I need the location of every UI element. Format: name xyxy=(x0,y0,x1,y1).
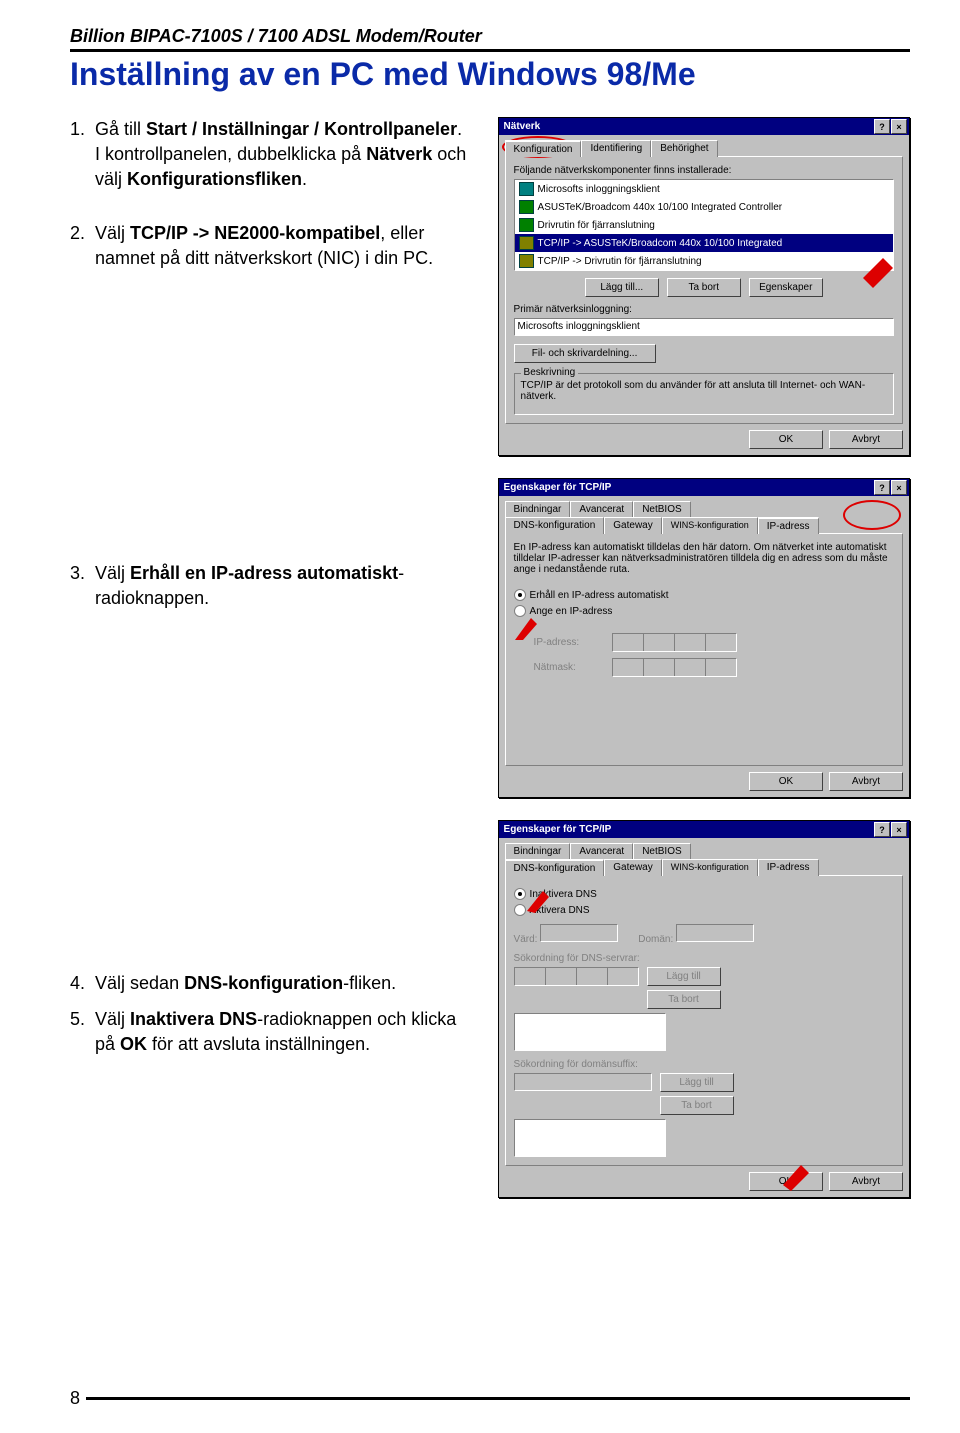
protocol-icon xyxy=(519,254,534,268)
tab-dns[interactable]: DNS-konfiguration xyxy=(505,517,605,534)
dns-order-label: Sökordning för DNS-servrar: xyxy=(514,953,894,964)
tab-ipaddress[interactable]: IP-adress xyxy=(758,517,819,534)
dns-input xyxy=(514,967,639,986)
document-header: Billion BIPAC-7100S / 7100 ADSL Modem/Ro… xyxy=(70,26,910,52)
remove-button: Ta bort xyxy=(660,1096,734,1115)
radio-manual-ip[interactable]: Ange en IP-adress xyxy=(514,605,894,617)
ip-description: En IP-adress kan automatiskt tilldelas d… xyxy=(514,542,894,575)
properties-button[interactable]: Egenskaper xyxy=(749,278,823,297)
list-item[interactable]: Drivrutin för fjärranslutning xyxy=(515,216,893,234)
login-label: Primär nätverksinloggning: xyxy=(514,304,894,315)
ip-input xyxy=(612,633,737,652)
tab-wins[interactable]: WINS-konfiguration xyxy=(662,517,758,534)
cancel-button[interactable]: Avbryt xyxy=(829,772,903,791)
component-list-label: Följande nätverkskomponenter finns insta… xyxy=(514,165,894,176)
list-item[interactable]: ASUSTeK/Broadcom 440x 10/100 Integrated … xyxy=(515,198,893,216)
login-select[interactable]: Microsofts inloggningsklient xyxy=(514,318,894,336)
tab-identification[interactable]: Identifiering xyxy=(581,140,651,157)
cancel-button[interactable]: Avbryt xyxy=(829,1172,903,1191)
add-button[interactable]: Lägg till... xyxy=(585,278,659,297)
domain-input xyxy=(676,924,754,942)
step-3-text: Välj Erhåll en IP-adress automatiskt-rad… xyxy=(95,561,468,611)
suffix-input xyxy=(514,1073,652,1091)
suffix-order-label: Sökordning för domänsuffix: xyxy=(514,1059,894,1070)
tab-gateway[interactable]: Gateway xyxy=(604,859,661,876)
description-caption: Beskrivning xyxy=(521,367,579,378)
add-button: Lägg till xyxy=(647,967,721,986)
add-button: Lägg till xyxy=(660,1073,734,1092)
dialog-title: Egenskaper för TCP/IP xyxy=(501,824,873,835)
step-number: 4. xyxy=(70,971,85,1006)
suffix-list xyxy=(514,1119,666,1157)
close-button[interactable]: × xyxy=(891,480,907,495)
tab-dns[interactable]: DNS-konfiguration xyxy=(505,859,605,876)
dialog-title: Nätverk xyxy=(501,121,873,132)
ok-button[interactable]: OK xyxy=(749,1172,823,1191)
client-icon xyxy=(519,182,534,196)
close-button[interactable]: × xyxy=(891,119,907,134)
instructions-column: 1. Gå till Start / Inställningar / Kontr… xyxy=(70,117,468,1198)
list-item[interactable]: TCP/IP -> Drivrutin för fjärranslutning xyxy=(515,252,893,270)
help-button[interactable]: ? xyxy=(874,119,890,134)
page-number: 8 xyxy=(70,1388,80,1409)
page-title: Inställning av en PC med Windows 98/Me xyxy=(70,56,910,93)
list-item-selected[interactable]: TCP/IP -> ASUSTeK/Broadcom 440x 10/100 I… xyxy=(515,234,893,252)
tab-advanced[interactable]: Avancerat xyxy=(570,843,633,859)
sharing-button[interactable]: Fil- och skrivardelning... xyxy=(514,344,656,363)
step-2-text: Välj TCP/IP -> NE2000-kompatibel, eller … xyxy=(95,221,468,271)
network-dialog: Nätverk ? × Konfiguration Identifiering … xyxy=(498,117,910,456)
step-number: 1. xyxy=(70,117,85,203)
tab-bindings[interactable]: Bindningar xyxy=(505,843,571,859)
mask-label: Nätmask: xyxy=(534,662,604,673)
help-button[interactable]: ? xyxy=(874,480,890,495)
list-item[interactable]: Microsofts inloggningsklient xyxy=(515,180,893,198)
step-number: 5. xyxy=(70,1007,85,1067)
ip-label: IP-adress: xyxy=(534,637,604,648)
domain-label: Domän: xyxy=(638,934,673,945)
step-1-text: Gå till Start / Inställningar / Kontroll… xyxy=(95,117,468,193)
step-number: 2. xyxy=(70,221,85,281)
step-5-text: Välj Inaktivera DNS-radioknappen och kli… xyxy=(95,1007,468,1057)
remove-button[interactable]: Ta bort xyxy=(667,278,741,297)
radio-auto-ip[interactable]: Erhåll en IP-adress automatiskt xyxy=(514,589,894,601)
component-list[interactable]: Microsofts inloggningsklient ASUSTeK/Bro… xyxy=(514,179,894,271)
ok-button[interactable]: OK xyxy=(749,430,823,449)
step-4-text: Välj sedan DNS-konfiguration-fliken. xyxy=(95,971,396,996)
tab-gateway[interactable]: Gateway xyxy=(604,517,661,534)
mask-input xyxy=(612,658,737,677)
step-number: 3. xyxy=(70,561,85,621)
tab-access[interactable]: Behörighet xyxy=(651,140,717,157)
tab-ipaddress[interactable]: IP-adress xyxy=(758,859,819,876)
ok-button[interactable]: OK xyxy=(749,772,823,791)
tab-configuration[interactable]: Konfiguration xyxy=(505,140,582,157)
description-text: TCP/IP är det protokoll som du använder … xyxy=(521,380,887,408)
remove-button: Ta bort xyxy=(647,990,721,1009)
tab-netbios[interactable]: NetBIOS xyxy=(633,501,690,517)
tab-netbios[interactable]: NetBIOS xyxy=(633,843,690,859)
dialog-title: Egenskaper för TCP/IP xyxy=(501,482,873,493)
adapter-icon xyxy=(519,200,534,214)
tab-advanced[interactable]: Avancerat xyxy=(570,501,633,517)
adapter-icon xyxy=(519,218,534,232)
dns-list xyxy=(514,1013,666,1051)
protocol-icon xyxy=(519,236,534,250)
tcpip-properties-dialog: Egenskaper för TCP/IP ? × Bindningar Ava… xyxy=(498,478,910,798)
host-label: Värd: xyxy=(514,934,538,945)
help-button[interactable]: ? xyxy=(874,822,890,837)
tab-wins[interactable]: WINS-konfiguration xyxy=(662,859,758,876)
cancel-button[interactable]: Avbryt xyxy=(829,430,903,449)
tcpip-dns-dialog: Egenskaper för TCP/IP ? × Bindningar Ava… xyxy=(498,820,910,1198)
radio-disable-dns[interactable]: Inaktivera DNS xyxy=(514,888,894,900)
host-input xyxy=(540,924,618,942)
footer-rule xyxy=(86,1397,910,1400)
close-button[interactable]: × xyxy=(891,822,907,837)
tab-bindings[interactable]: Bindningar xyxy=(505,501,571,517)
radio-enable-dns[interactable]: Aktivera DNS xyxy=(514,904,894,916)
